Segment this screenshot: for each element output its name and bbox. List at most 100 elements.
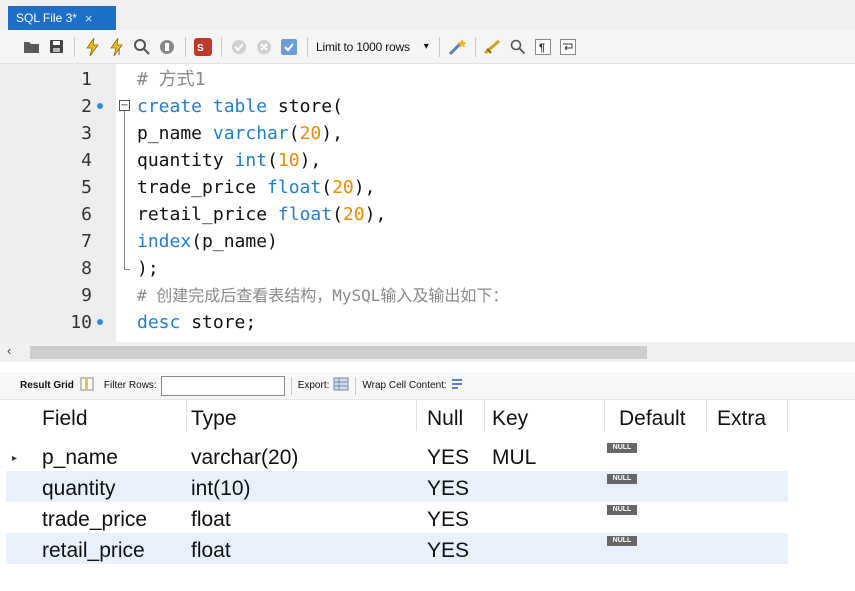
wrap-cell-content-label: Wrap Cell Content:	[362, 380, 447, 391]
beautify-icon[interactable]	[448, 38, 466, 56]
code-line: 3 p_name varchar(20),	[0, 120, 855, 147]
cell-field[interactable]: quantity	[38, 471, 187, 502]
horizontal-scrollbar[interactable]: ‹	[0, 342, 855, 362]
execute-icon[interactable]	[83, 37, 101, 56]
cell-type[interactable]: varchar(20)	[187, 440, 417, 471]
filter-rows-label: Filter Rows:	[103, 380, 157, 391]
tab-sql-file-3[interactable]: SQL File 3* ×	[8, 6, 116, 30]
null-badge[interactable]: NULL	[607, 536, 637, 546]
fold-collapse-icon[interactable]: −	[119, 100, 130, 111]
cell-null[interactable]: YES	[417, 533, 485, 564]
export-label: Export:	[297, 380, 330, 391]
rollback-icon[interactable]	[255, 38, 273, 56]
wrap-icon[interactable]	[559, 38, 577, 56]
cell-field[interactable]: p_name	[38, 440, 187, 471]
grid-header-row: Field Type Null Key Default Extra	[6, 400, 788, 431]
filter-rows-input[interactable]	[160, 375, 285, 396]
line-number: 2	[81, 96, 92, 117]
tab-bar: SQL File 3* ×	[0, 0, 855, 30]
null-badge[interactable]: NULL	[607, 505, 637, 515]
code-line: 2 − create table store(	[0, 93, 855, 120]
cell-null[interactable]: YES	[417, 440, 485, 471]
column-header-extra[interactable]: Extra	[707, 400, 788, 431]
line-number: 6	[81, 204, 92, 225]
find-icon[interactable]	[509, 38, 527, 56]
cell-key[interactable]: MUL	[485, 440, 605, 471]
cell-field[interactable]: trade_price	[38, 502, 187, 533]
separator	[438, 36, 440, 57]
code-text: );	[137, 258, 159, 279]
code-comment: # 方式1	[137, 69, 206, 90]
export-icon[interactable]	[333, 377, 349, 394]
column-header-field[interactable]: Field	[38, 400, 187, 431]
save-icon[interactable]	[47, 38, 65, 56]
column-header-null[interactable]: Null	[417, 400, 485, 431]
scrollbar-thumb[interactable]	[30, 346, 647, 359]
sql-editor-toolbar: I S Limit to 1000 rows ▾ ¶	[0, 30, 855, 64]
line-number: 8	[81, 258, 92, 279]
limit-rows-select[interactable]: Limit to 1000 rows	[316, 40, 410, 54]
line-number: 4	[81, 150, 92, 171]
toggle-autocommit-icon[interactable]: S	[194, 37, 212, 56]
code-line: 9 # 创建完成后查看表结构，MySQL输入及输出如下：	[0, 282, 855, 309]
code-text: create table store(	[137, 96, 343, 117]
table-row[interactable]: ▸ p_name varchar(20) YES MUL NULL	[6, 440, 788, 471]
cell-field[interactable]: retail_price	[38, 533, 187, 564]
separator	[74, 36, 75, 57]
close-tab-icon[interactable]: ×	[85, 11, 93, 26]
null-badge[interactable]: NULL	[607, 443, 637, 453]
chevron-down-icon[interactable]: ▾	[424, 41, 429, 52]
code-text: p_name varchar(20),	[137, 123, 343, 144]
stop-icon[interactable]	[158, 38, 176, 56]
svg-text:S: S	[197, 43, 204, 54]
cell-null[interactable]: YES	[417, 502, 485, 533]
code-comment: # 创建完成后查看表结构，MySQL输入及输出如下：	[137, 286, 509, 305]
line-number: 7	[81, 231, 92, 252]
separator	[474, 36, 476, 57]
null-badge[interactable]: NULL	[607, 474, 637, 484]
code-line: 10 desc store;	[0, 309, 855, 336]
svg-text:¶: ¶	[539, 42, 545, 54]
result-toolbar: Result Grid Filter Rows: Export: Wrap Ce…	[0, 372, 855, 400]
cell-type[interactable]: float	[187, 502, 417, 533]
explain-icon[interactable]	[133, 38, 151, 56]
code-text: trade_price float(20),	[137, 177, 376, 198]
table-row[interactable]: trade_price float YES NULL	[6, 502, 788, 533]
code-text: index(p_name)	[137, 231, 278, 252]
separator	[185, 36, 186, 57]
code-line: 8 );	[0, 255, 855, 282]
code-line: 5 trade_price float(20),	[0, 174, 855, 201]
column-header-type[interactable]: Type	[187, 400, 417, 431]
table-row[interactable]: quantity int(10) YES NULL	[6, 471, 788, 502]
sql-editor[interactable]: 1 # 方式1 2 − create table store( 3 p_name…	[0, 64, 855, 342]
column-header-default[interactable]: Default	[605, 400, 707, 431]
separator	[355, 376, 357, 395]
open-folder-icon[interactable]	[22, 38, 40, 56]
result-grid-tab[interactable]: Result Grid	[20, 380, 74, 391]
code-text: quantity int(10),	[137, 150, 322, 171]
snippet-icon[interactable]	[483, 38, 502, 56]
line-number: 10	[70, 312, 92, 333]
invisible-chars-icon[interactable]: ¶	[534, 38, 552, 56]
code-line: 1 # 方式1	[0, 66, 855, 93]
line-number: 9	[81, 285, 92, 306]
scroll-left-icon[interactable]: ‹	[7, 343, 11, 358]
statement-marker-icon	[97, 103, 103, 109]
execute-current-icon[interactable]: I	[108, 37, 126, 56]
grid-view-icon[interactable]	[80, 377, 94, 394]
separator	[307, 36, 308, 57]
svg-text:I: I	[118, 48, 120, 56]
code-line: 4 quantity int(10),	[0, 147, 855, 174]
wrap-cell-icon[interactable]	[451, 378, 463, 393]
cell-type[interactable]: int(10)	[187, 471, 417, 502]
separator	[290, 376, 292, 395]
column-header-key[interactable]: Key	[485, 400, 605, 431]
table-row[interactable]: retail_price float YES NULL	[6, 533, 788, 564]
cell-type[interactable]: float	[187, 533, 417, 564]
output-icon[interactable]	[280, 38, 298, 56]
code-line: 6 retail_price float(20),	[0, 201, 855, 228]
cell-null[interactable]: YES	[417, 471, 485, 502]
code-text: retail_price float(20),	[137, 204, 387, 225]
separator	[221, 36, 222, 57]
commit-icon[interactable]	[230, 38, 248, 56]
